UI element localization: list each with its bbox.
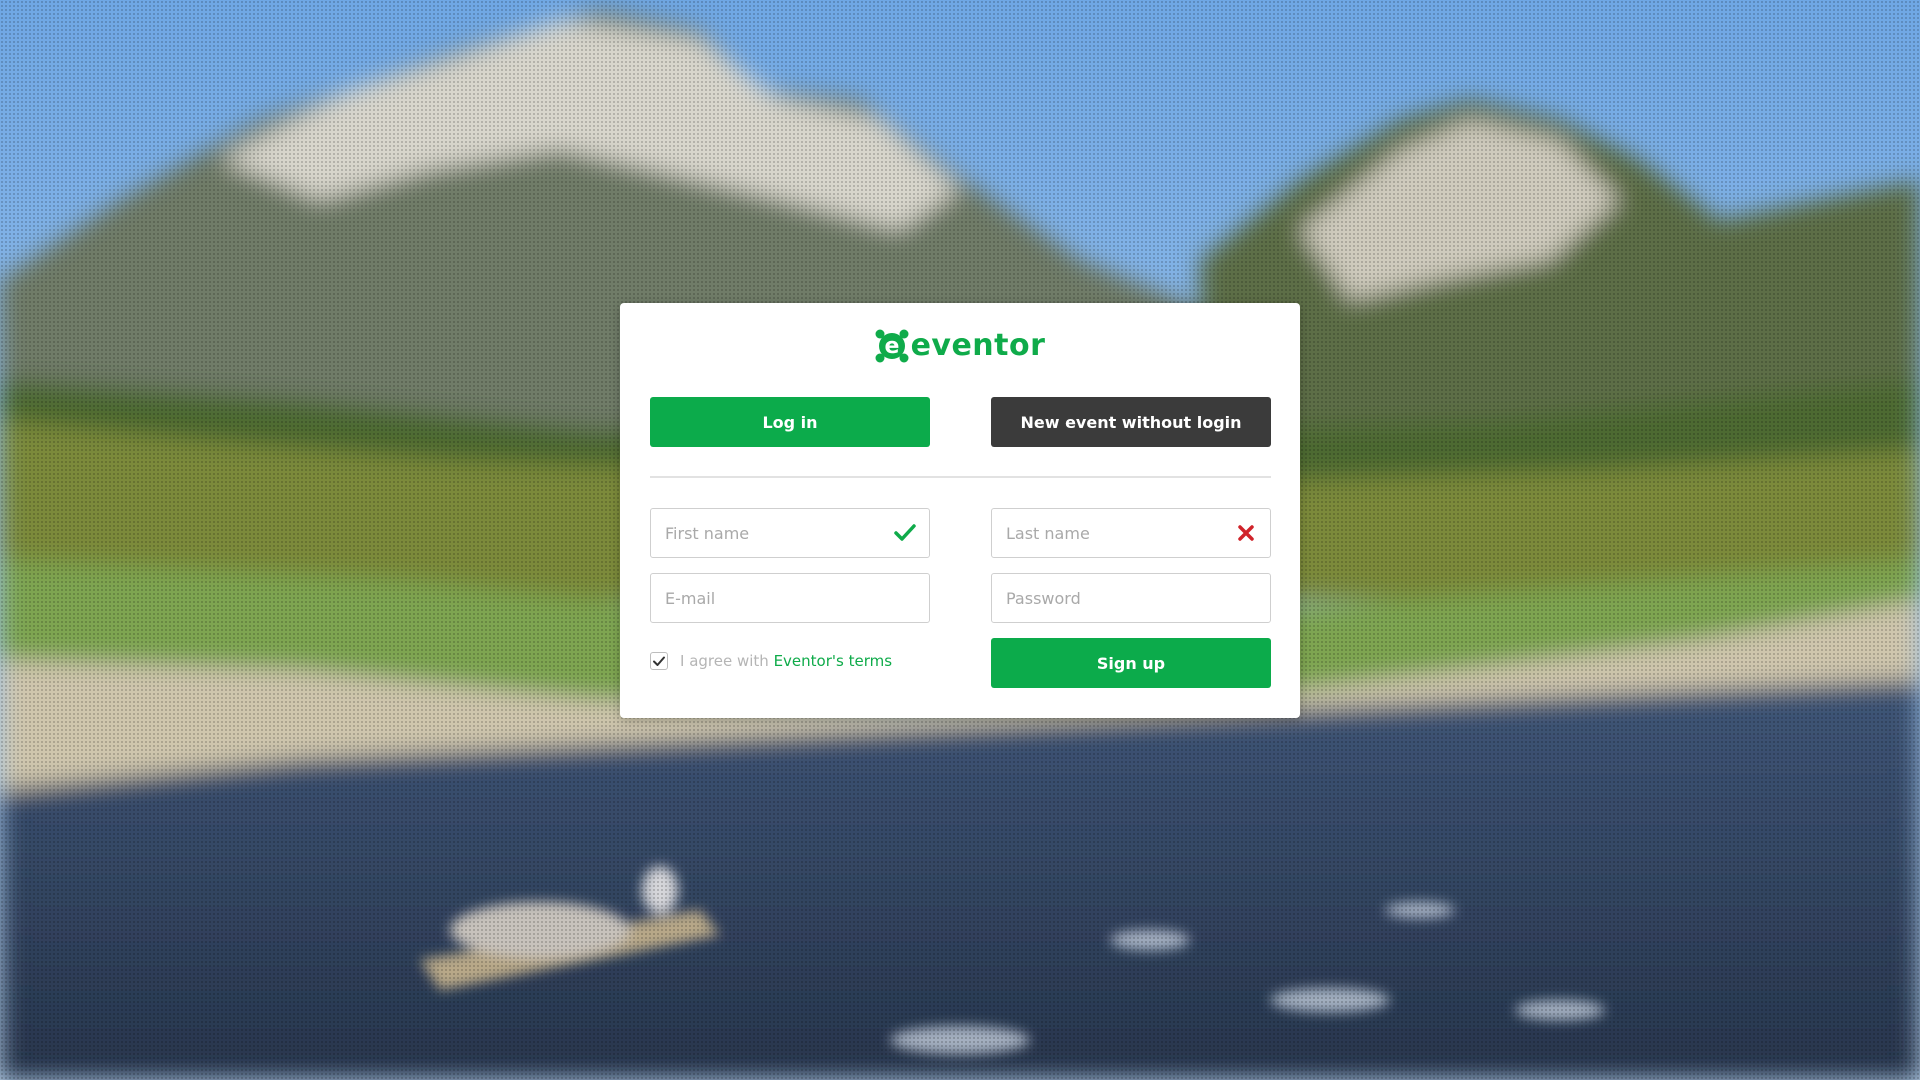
divider (650, 476, 1271, 478)
email-input[interactable] (651, 574, 929, 622)
first-name-field (650, 508, 930, 558)
checkmark-icon (653, 656, 665, 666)
brand-logo: e eventor (620, 329, 1300, 363)
terms-text: I agree with Eventor's terms (680, 652, 892, 670)
svg-text:e: e (884, 334, 899, 359)
login-button[interactable]: Log in (650, 397, 930, 447)
eventor-logo-icon: e (875, 329, 909, 363)
last-name-input[interactable] (992, 509, 1270, 557)
check-icon (893, 521, 917, 545)
cross-icon (1234, 521, 1258, 545)
email-field (650, 573, 930, 623)
signup-card: e eventor Log in New event without login (620, 303, 1300, 718)
terms-prefix: I agree with (680, 652, 769, 670)
new-event-without-login-button[interactable]: New event without login (991, 397, 1271, 447)
signup-button[interactable]: Sign up (991, 638, 1271, 688)
terms-checkbox[interactable] (650, 652, 668, 670)
terms-agreement: I agree with Eventor's terms (650, 652, 892, 670)
password-field (991, 573, 1271, 623)
brand-name: eventor (910, 328, 1046, 363)
first-name-input[interactable] (651, 509, 929, 557)
password-input[interactable] (992, 574, 1270, 622)
terms-link[interactable]: Eventor's terms (774, 652, 892, 670)
last-name-field (991, 508, 1271, 558)
